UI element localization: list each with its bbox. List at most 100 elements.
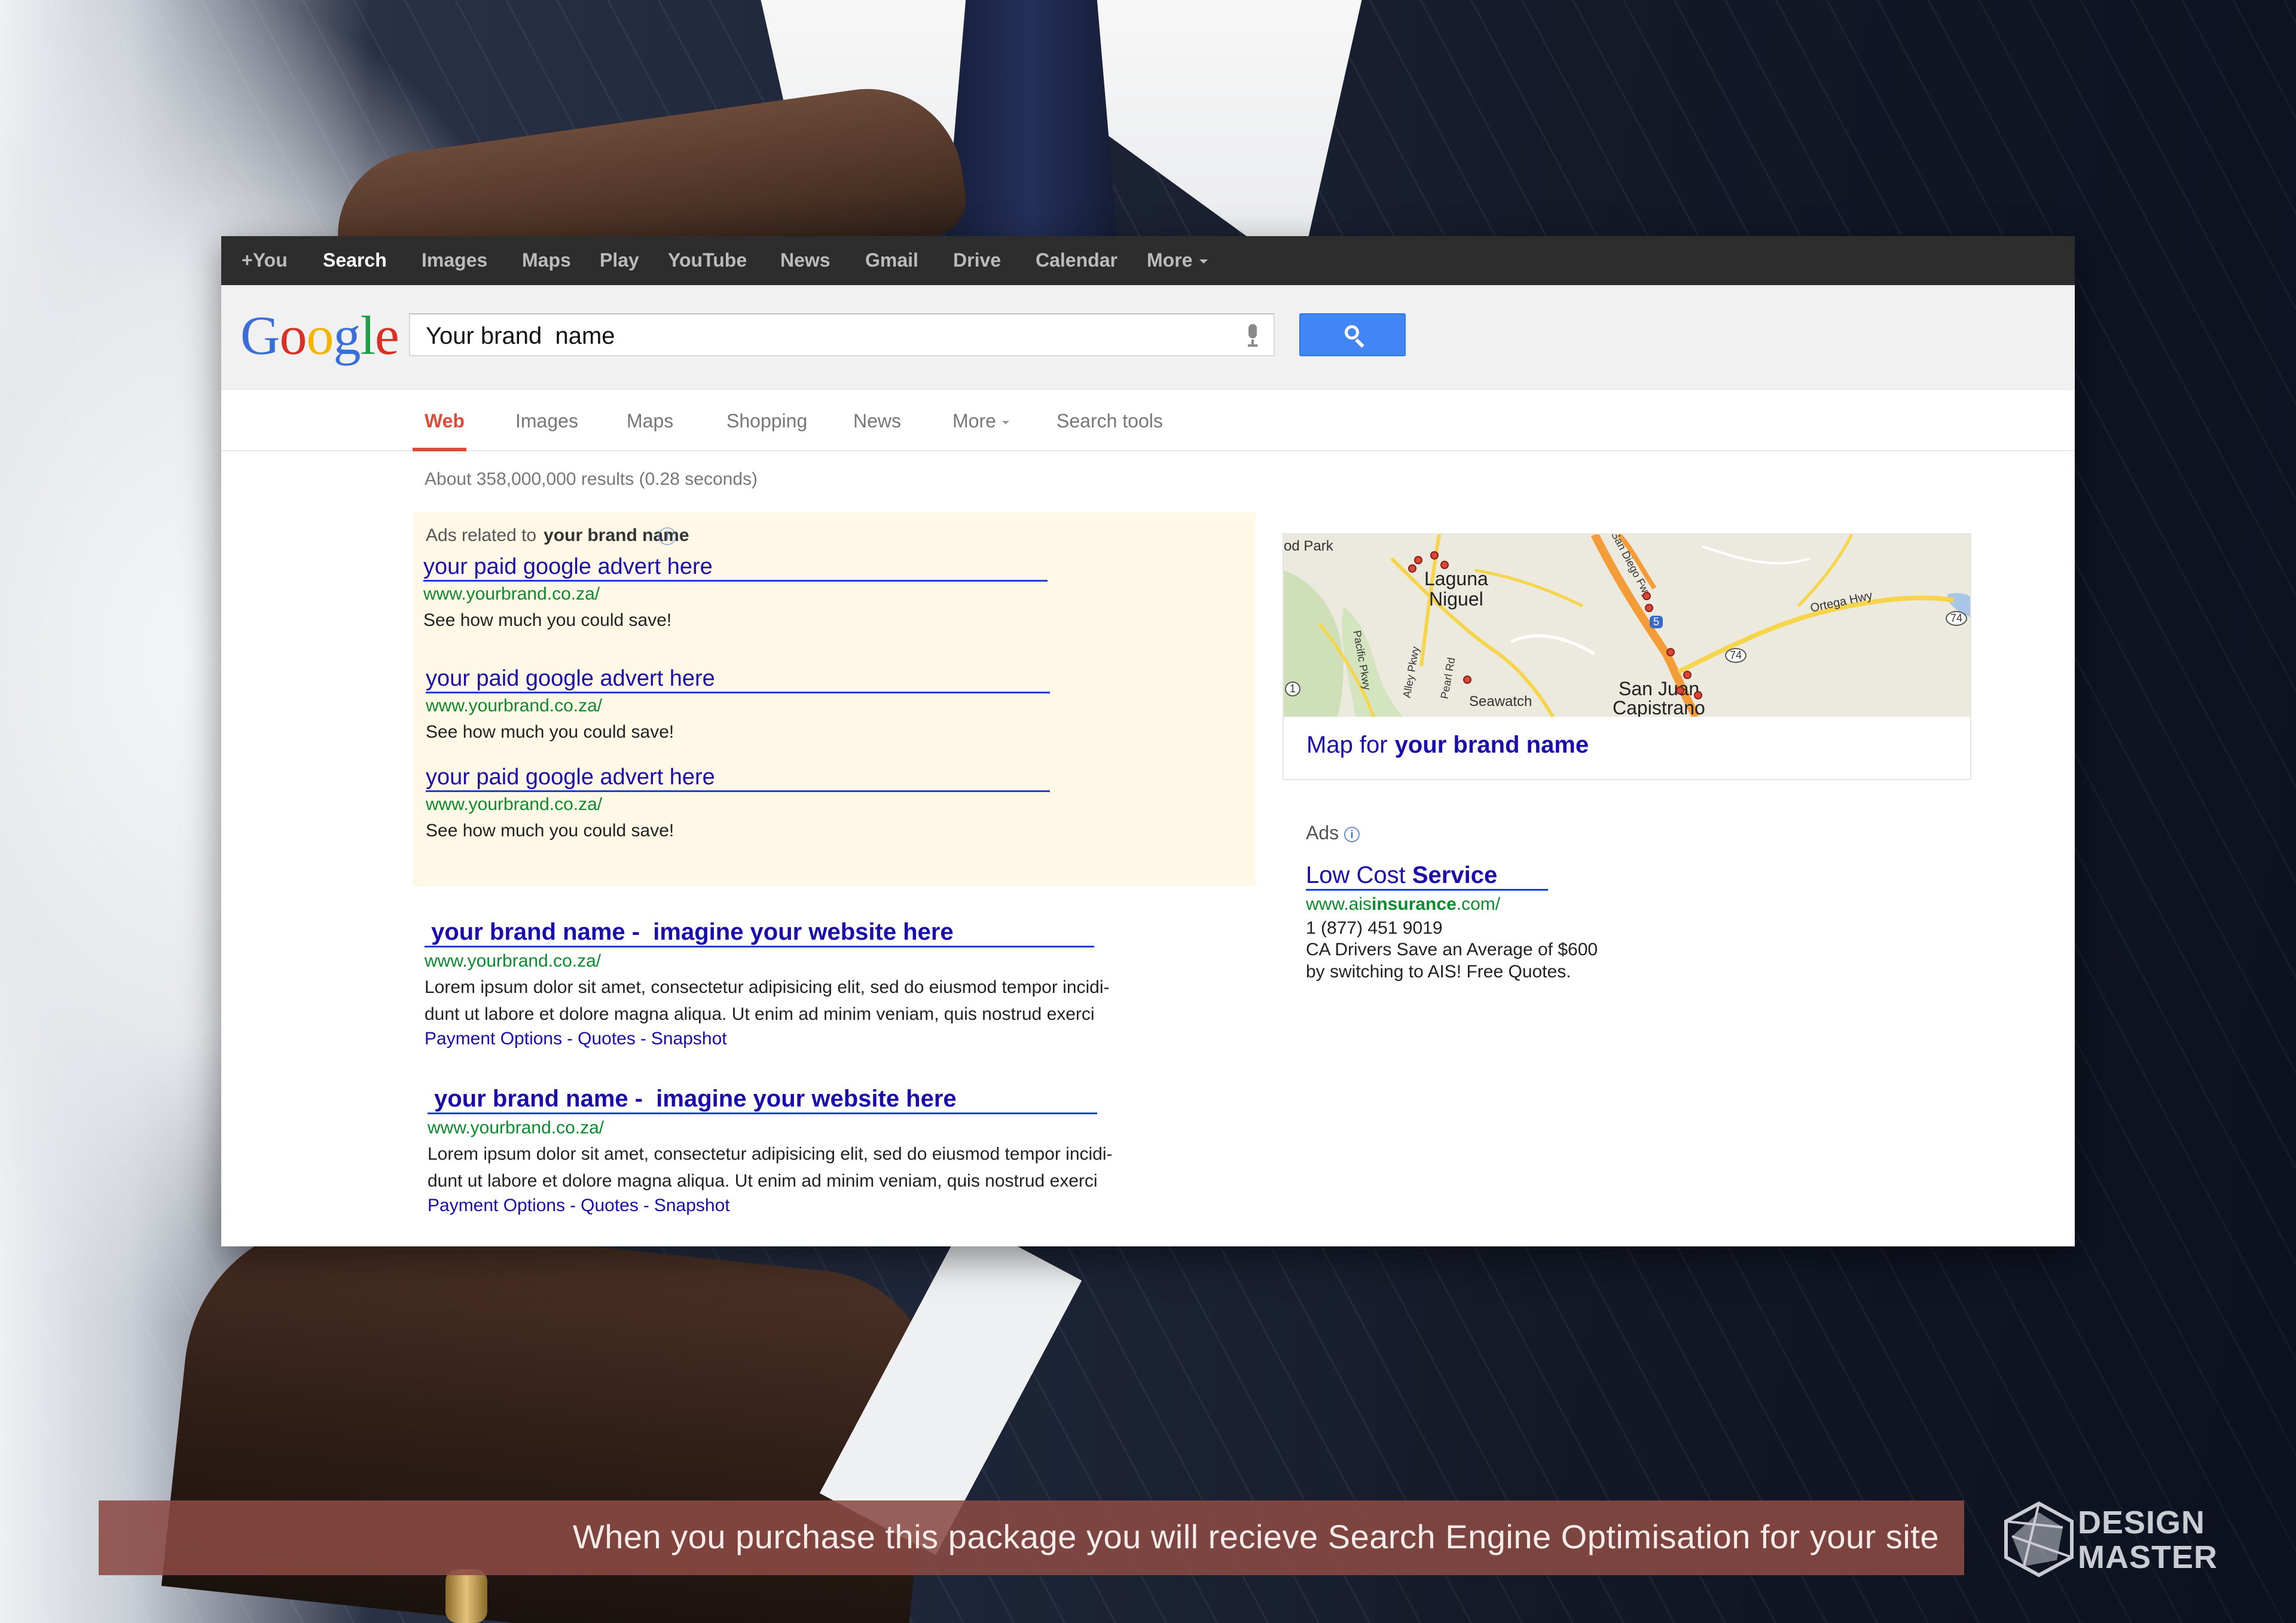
topbar-play[interactable]: Play: [600, 249, 639, 271]
tab-search-tools[interactable]: Search tools: [1057, 410, 1163, 432]
map-marker-icon[interactable]: [1430, 551, 1439, 560]
info-icon[interactable]: i: [658, 527, 676, 546]
result-snippet-line: dunt ut labore et dolore magna aliqua. U…: [425, 1004, 1095, 1024]
map-caption-term: your brand name: [1394, 732, 1589, 758]
side-ad-url[interactable]: www.aisinsurance.com/: [1306, 894, 1724, 915]
topbar-images[interactable]: Images: [422, 249, 487, 271]
tab-shopping[interactable]: Shopping: [726, 410, 807, 432]
tab-maps[interactable]: Maps: [627, 410, 673, 432]
search-tabs: Web Images Maps Shopping News More Searc…: [221, 390, 2075, 451]
side-ad-title-bold: Service: [1412, 862, 1498, 888]
tab-more-label: More: [952, 410, 996, 432]
map-marker-icon[interactable]: [1645, 604, 1653, 612]
topbar-more-label: More: [1147, 249, 1193, 271]
topbar-youtube[interactable]: YouTube: [668, 249, 747, 271]
ad-url[interactable]: www.yourbrand.co.za/: [426, 696, 1143, 716]
map-marker-icon[interactable]: [1676, 686, 1684, 695]
map-marker-icon[interactable]: [1694, 691, 1702, 699]
search-icon: [1345, 325, 1359, 340]
result-url[interactable]: www.yourbrand.co.za/: [425, 951, 1262, 971]
result-url[interactable]: www.yourbrand.co.za/: [428, 1118, 1265, 1138]
tab-more[interactable]: More: [952, 410, 1009, 432]
map-card[interactable]: od Park Laguna Niguel Seawatch San Juan …: [1283, 533, 1971, 780]
ads-heading-prefix: Ads related to: [426, 525, 537, 545]
topbar-news[interactable]: News: [780, 249, 831, 271]
chevron-down-icon: [1199, 259, 1208, 264]
ad-description: See how much you could save!: [423, 610, 672, 630]
map-label: Niguel: [1429, 588, 1483, 610]
topbar-drive[interactable]: Drive: [953, 249, 1001, 271]
sitelink-snapshot[interactable]: Snapshot: [654, 1196, 730, 1215]
topbar-maps[interactable]: Maps: [522, 249, 571, 271]
result-sitelinks: Payment Options - Quotes - Snapshot: [428, 1196, 730, 1215]
map-marker-icon[interactable]: [1642, 592, 1651, 600]
ad-url[interactable]: www.yourbrand.co.za/: [423, 584, 1141, 604]
ad-title-link[interactable]: your paid google advert here: [423, 554, 1048, 582]
side-ad-description: CA Drivers Save an Average of $600: [1306, 940, 1598, 959]
search-input[interactable]: Your brand name: [409, 313, 1275, 356]
map-marker-icon[interactable]: [1666, 648, 1675, 656]
ad-url[interactable]: www.yourbrand.co.za/: [426, 794, 1143, 815]
map-label: od Park: [1284, 538, 1333, 554]
search-results-window: +You Search Images Maps Play YouTube New…: [221, 236, 2075, 1246]
topbar-calendar[interactable]: Calendar: [1036, 249, 1118, 271]
google-top-bar: +You Search Images Maps Play YouTube New…: [221, 236, 2075, 285]
result-snippet-line: Lorem ipsum dolor sit amet, consectetur …: [425, 977, 1110, 997]
map-caption-link[interactable]: Map for your brand name: [1306, 732, 1589, 759]
topbar-plus-you[interactable]: +You: [242, 249, 288, 271]
tab-images[interactable]: Images: [515, 410, 578, 432]
info-icon[interactable]: i: [1344, 826, 1360, 842]
map-marker-icon[interactable]: [1440, 561, 1449, 569]
design-master-logo: DESIGN MASTER: [2000, 1494, 2217, 1584]
topbar-search[interactable]: Search: [323, 249, 387, 271]
active-tab-indicator: [413, 448, 466, 451]
sitelink-snapshot[interactable]: Snapshot: [651, 1029, 727, 1049]
result-title-link[interactable]: your brand name - imagine your website h…: [425, 919, 1094, 947]
map-marker-icon[interactable]: [1683, 671, 1692, 679]
brand-word-master: MASTER: [2078, 1539, 2218, 1575]
top-ads-block: Ads related to your brand name i your pai…: [413, 512, 1256, 886]
result-title-link[interactable]: your brand name - imagine your website h…: [428, 1086, 1097, 1114]
ad-title-link[interactable]: your paid google advert here: [426, 666, 1050, 693]
result-sitelinks: Payment Options - Quotes - Snapshot: [425, 1029, 727, 1049]
promo-banner-text: When you purchase this package you will …: [572, 1518, 1939, 1555]
search-button[interactable]: [1299, 313, 1406, 356]
brand-word-design: DESIGN: [2078, 1505, 2206, 1541]
side-ad-url-post: .com/: [1456, 894, 1501, 914]
side-ads-heading: Ads i: [1306, 822, 1360, 844]
design-master-emblem-icon: [2004, 1501, 2074, 1578]
ad-item: your paid google advert here www.yourbra…: [426, 666, 1143, 742]
sitelink-quotes[interactable]: Quotes: [581, 1196, 639, 1215]
promo-banner: When you purchase this package you will …: [99, 1500, 1964, 1575]
tab-news[interactable]: News: [853, 410, 901, 432]
side-ad-title-link[interactable]: Low Cost Service: [1306, 862, 1549, 891]
map-label: Laguna: [1424, 568, 1488, 589]
result-snippet-line: dunt ut labore et dolore magna aliqua. U…: [428, 1171, 1098, 1191]
side-ad-title-plain: Low Cost: [1306, 862, 1412, 888]
map-caption-prefix: Map for: [1306, 732, 1388, 758]
ad-item: your paid google advert here www.yourbra…: [423, 554, 1141, 631]
topbar-more[interactable]: More: [1147, 249, 1208, 271]
map-marker-icon[interactable]: [1463, 676, 1471, 684]
sitelink-payment-options[interactable]: Payment Options: [425, 1029, 562, 1049]
ad-item: your paid google advert here www.yourbra…: [426, 765, 1143, 841]
topbar-gmail[interactable]: Gmail: [865, 249, 918, 271]
map-image[interactable]: od Park Laguna Niguel Seawatch San Juan …: [1284, 534, 1970, 717]
microphone-icon[interactable]: [1246, 324, 1259, 347]
map-marker-icon[interactable]: [1408, 564, 1416, 573]
tab-web[interactable]: Web: [425, 410, 465, 432]
highway-shield: 74: [1725, 648, 1747, 663]
search-result: your brand name - imagine your website h…: [425, 919, 1262, 1049]
google-logo[interactable]: Google: [240, 308, 399, 363]
map-marker-icon[interactable]: [1414, 556, 1422, 564]
side-ad-description: by switching to AIS! Free Quotes.: [1306, 962, 1571, 982]
sitelink-quotes[interactable]: Quotes: [578, 1029, 636, 1049]
sitelink-payment-options[interactable]: Payment Options: [428, 1196, 565, 1215]
ring: [445, 1569, 487, 1623]
ad-title-link[interactable]: your paid google advert here: [426, 765, 1050, 792]
side-ads-label: Ads: [1306, 822, 1339, 843]
search-query-text: Your brand name: [426, 323, 615, 349]
search-header: Google Your brand name: [221, 285, 2075, 390]
side-ad-phone[interactable]: 1 (877) 451 9019: [1306, 918, 1724, 939]
ad-description: See how much you could save!: [426, 722, 674, 742]
